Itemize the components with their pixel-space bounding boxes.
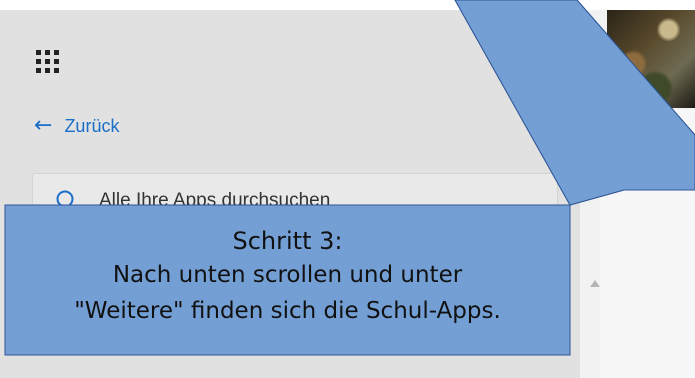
callout-title: Schritt 3:	[232, 227, 343, 255]
callout-line-1: Nach unten scrollen und unter	[112, 262, 463, 288]
callout-line-2: "Weitere" finden sich die Schul-Apps.	[74, 298, 501, 324]
screenshot-stage: ← Zurück Schritt 3: Nach unten scrollen …	[0, 0, 695, 378]
tutorial-callout-text: Schritt 3: Nach unten scrollen und unter…	[5, 205, 570, 355]
